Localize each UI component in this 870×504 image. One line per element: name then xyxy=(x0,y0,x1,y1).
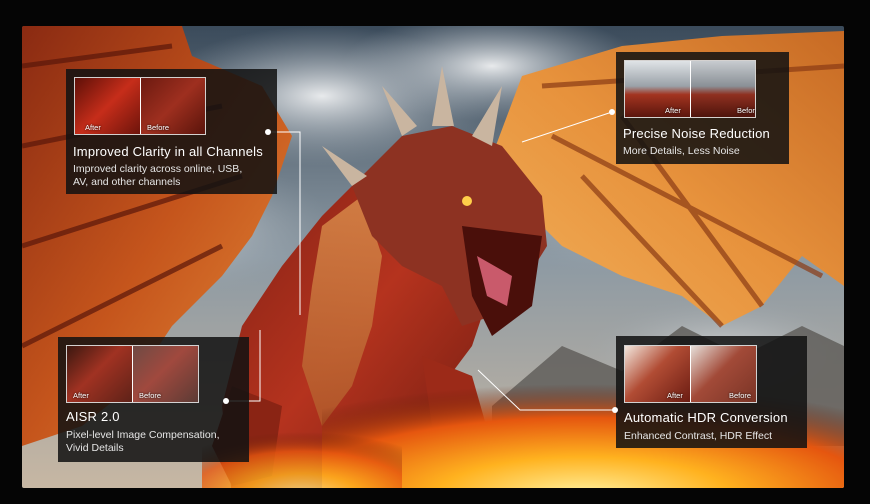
after-before-thumbnails: After Before xyxy=(624,345,757,403)
feature-title: Improved Clarity in all Channels xyxy=(73,144,263,159)
connector-dot xyxy=(223,398,229,404)
feature-title: AISR 2.0 xyxy=(66,409,120,424)
after-thumbnail: After xyxy=(625,61,690,117)
after-thumbnail: After xyxy=(625,346,690,402)
feature-title: Precise Noise Reduction xyxy=(623,126,770,141)
connector-dot xyxy=(612,407,618,413)
before-label: Before xyxy=(729,391,752,400)
before-thumbnail: Before xyxy=(133,346,198,402)
before-thumbnail: Before xyxy=(141,78,205,134)
feature-description-line-1: More Details, Less Noise xyxy=(623,145,740,157)
after-before-thumbnails: After Before xyxy=(624,60,756,118)
after-thumbnail: After xyxy=(67,346,132,402)
feature-description-line-1: Enhanced Contrast, HDR Effect xyxy=(624,430,773,442)
feature-card-aisr: After Before AISR 2.0 Pixel-level Image … xyxy=(58,337,249,462)
after-label: After xyxy=(665,106,681,115)
after-label: After xyxy=(667,391,683,400)
after-thumbnail: After xyxy=(75,78,140,134)
feature-card-noise-reduction: After Before Precise Noise Reduction Mor… xyxy=(616,52,789,164)
feature-card-hdr: After Before Automatic HDR Conversion En… xyxy=(616,336,807,448)
after-label: After xyxy=(73,391,89,400)
after-before-thumbnails: After Before xyxy=(74,77,206,135)
feature-card-clarity: After Before Improved Clarity in all Cha… xyxy=(66,69,277,194)
feature-description-line-1: Pixel-level Image Compensation, xyxy=(66,429,220,441)
before-thumbnail: Before xyxy=(691,61,755,117)
feature-description-line-2: AV, and other channels xyxy=(73,176,181,188)
feature-description-line-2: Vivid Details xyxy=(66,442,124,454)
before-label: Before xyxy=(147,123,170,132)
connector-dot xyxy=(265,129,271,135)
before-label: Before xyxy=(737,106,755,115)
connector-dot xyxy=(609,109,615,115)
feature-title: Automatic HDR Conversion xyxy=(624,410,788,425)
before-label: Before xyxy=(139,391,162,400)
after-before-thumbnails: After Before xyxy=(66,345,199,403)
after-label: After xyxy=(85,123,101,132)
feature-description-line-1: Improved clarity across online, USB, xyxy=(73,163,243,175)
before-thumbnail: Before xyxy=(691,346,756,402)
